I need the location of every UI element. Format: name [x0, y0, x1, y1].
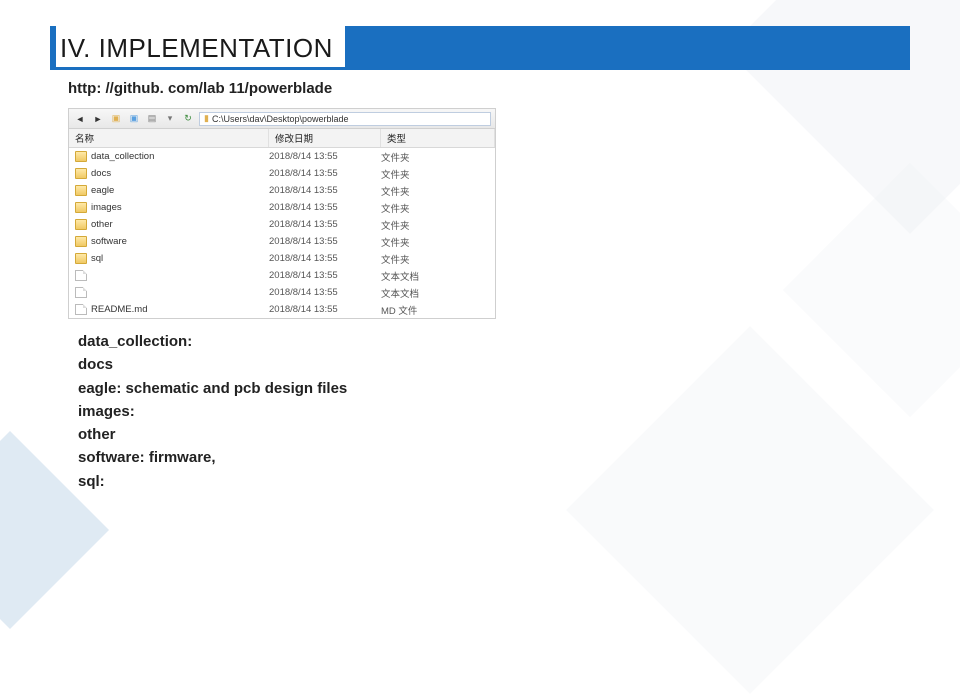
file-name-cell: software	[69, 236, 269, 247]
file-name-cell: docs	[69, 168, 269, 179]
file-type-cell: 文件夹	[381, 218, 495, 232]
file-name-cell: sql	[69, 253, 269, 264]
folder-descriptions: data_collection:docseagle: schematic and…	[78, 330, 347, 493]
file-name: images	[91, 202, 122, 213]
file-type-cell: MD 文件	[381, 303, 495, 317]
file-type-cell: 文件夹	[381, 235, 495, 249]
file-name-cell: data_collection	[69, 151, 269, 162]
file-name: docs	[91, 168, 111, 179]
table-row: images 2018/8/14 13:55文件夹	[69, 199, 495, 216]
file-name: other	[91, 219, 113, 230]
folder-icon	[75, 185, 87, 196]
file-type-cell: 文件夹	[381, 167, 495, 181]
file-date-cell: 2018/8/14 13:55	[269, 253, 381, 264]
file-name-cell	[69, 270, 269, 281]
repo-url: http: //github. com/lab 11/powerblade	[68, 80, 332, 97]
file-date-cell: 2018/8/14 13:55	[269, 304, 381, 315]
file-type-cell: 文件夹	[381, 184, 495, 198]
folder-icon	[75, 168, 87, 179]
file-name: sql	[91, 253, 103, 264]
description-line: software: firmware,	[78, 446, 347, 469]
file-type-cell: 文件夹	[381, 150, 495, 164]
forward-icon: ►	[91, 112, 105, 126]
file-type-cell: 文本文档	[381, 269, 495, 283]
file-icon	[75, 270, 87, 281]
description-line: images:	[78, 400, 347, 423]
col-header-type: 类型	[381, 129, 495, 147]
folder-icon	[75, 253, 87, 264]
table-row: 2018/8/14 13:55文本文档	[69, 267, 495, 284]
folder-icon: ▣	[109, 112, 123, 126]
address-path: C:\Users\dav\Desktop\powerblade	[212, 114, 349, 124]
slide-title-bar: IV. IMPLEMENTATION	[50, 26, 910, 70]
folder-icon	[75, 236, 87, 247]
file-date-cell: 2018/8/14 13:55	[269, 236, 381, 247]
description-line: other	[78, 423, 347, 446]
file-name: data_collection	[91, 151, 154, 162]
file-icon	[75, 287, 87, 298]
file-type-cell: 文件夹	[381, 201, 495, 215]
file-date-cell: 2018/8/14 13:55	[269, 270, 381, 281]
file-date-cell: 2018/8/14 13:55	[269, 202, 381, 213]
description-line: eagle: schematic and pcb design files	[78, 377, 347, 400]
table-row: README.md 2018/8/14 13:55MD 文件	[69, 301, 495, 318]
dropdown-icon: ▾	[163, 112, 177, 126]
description-line: data_collection:	[78, 330, 347, 353]
table-row: data_collection 2018/8/14 13:55文件夹	[69, 148, 495, 165]
file-name-cell: other	[69, 219, 269, 230]
file-name: eagle	[91, 185, 114, 196]
file-date-cell: 2018/8/14 13:55	[269, 219, 381, 230]
file-type-cell: 文件夹	[381, 252, 495, 266]
address-bar: ▮ C:\Users\dav\Desktop\powerblade	[199, 112, 491, 126]
description-line: docs	[78, 353, 347, 376]
file-date-cell: 2018/8/14 13:55	[269, 185, 381, 196]
table-row: docs 2018/8/14 13:55文件夹	[69, 165, 495, 182]
folder-icon: ▣	[127, 112, 141, 126]
description-line: sql:	[78, 470, 347, 493]
file-icon	[75, 304, 87, 315]
folder-icon	[75, 202, 87, 213]
table-row: 2018/8/14 13:55文本文档	[69, 284, 495, 301]
back-icon: ◄	[73, 112, 87, 126]
file-name-cell	[69, 287, 269, 298]
explorer-column-headers: 名称 修改日期 类型	[69, 129, 495, 148]
explorer-toolbar: ◄ ► ▣ ▣ ▤ ▾ ↻ ▮ C:\Users\dav\Desktop\pow…	[69, 109, 495, 129]
file-name: software	[91, 236, 127, 247]
file-name-cell: images	[69, 202, 269, 213]
explorer-rows: data_collection2018/8/14 13:55文件夹docs201…	[69, 148, 495, 318]
file-name: README.md	[91, 304, 147, 315]
slide-title: IV. IMPLEMENTATION	[56, 26, 345, 70]
col-header-date: 修改日期	[269, 129, 381, 147]
table-row: eagle 2018/8/14 13:55文件夹	[69, 182, 495, 199]
bg-shape	[783, 163, 960, 418]
table-row: software 2018/8/14 13:55文件夹	[69, 233, 495, 250]
refresh-icon: ↻	[181, 112, 195, 126]
file-date-cell: 2018/8/14 13:55	[269, 168, 381, 179]
file-explorer-screenshot: ◄ ► ▣ ▣ ▤ ▾ ↻ ▮ C:\Users\dav\Desktop\pow…	[68, 108, 496, 319]
folder-mini-icon: ▮	[204, 113, 209, 124]
file-name-cell: eagle	[69, 185, 269, 196]
folder-icon	[75, 151, 87, 162]
col-header-name: 名称	[69, 129, 269, 147]
view-icon: ▤	[145, 112, 159, 126]
bg-shape	[566, 326, 934, 694]
file-type-cell: 文本文档	[381, 286, 495, 300]
table-row: sql 2018/8/14 13:55文件夹	[69, 250, 495, 267]
folder-icon	[75, 219, 87, 230]
file-name-cell: README.md	[69, 304, 269, 315]
table-row: other 2018/8/14 13:55文件夹	[69, 216, 495, 233]
file-date-cell: 2018/8/14 13:55	[269, 287, 381, 298]
file-date-cell: 2018/8/14 13:55	[269, 151, 381, 162]
